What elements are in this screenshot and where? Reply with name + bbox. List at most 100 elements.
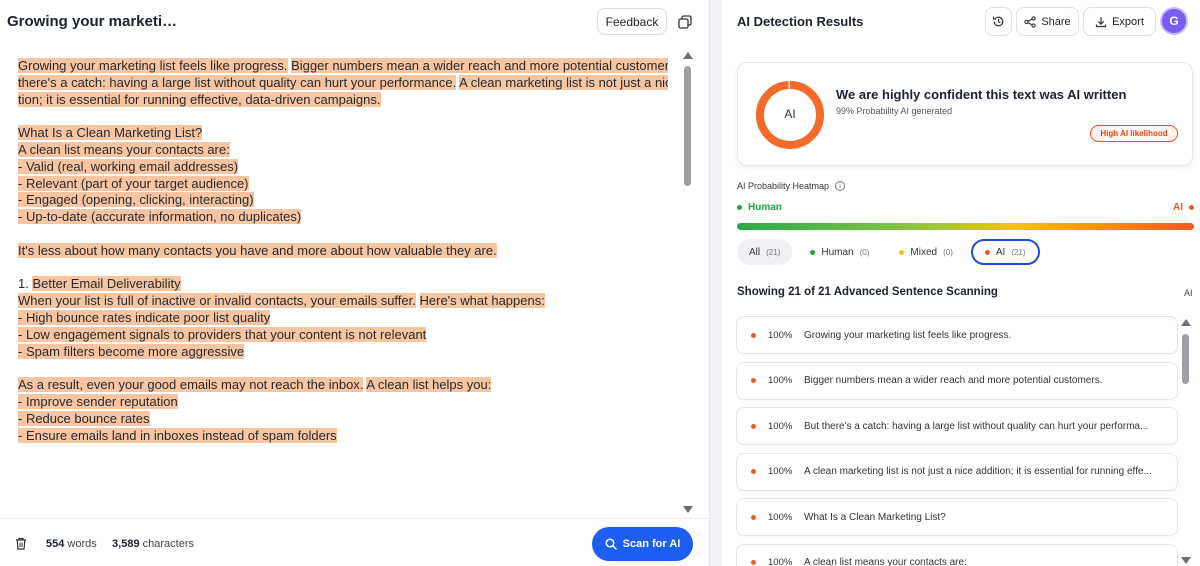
sentence-row[interactable]: 100% Bigger numbers mean a wider reach an… [736,361,1178,400]
filter-ai-count: (21) [1011,247,1026,257]
filter-all-tab[interactable]: All (21) [737,239,793,265]
ai-highlighted-text: It's less about how many contacts you ha… [18,242,497,258]
ai-dot-icon [1189,205,1194,210]
text-line: - Ensure emails land in inboxes instead … [18,427,668,445]
history-button[interactable] [985,7,1012,36]
plain-text: 1. [18,276,33,292]
ai-highlighted-text: What Is a Clean Marketing List? [18,125,203,141]
word-char-count: 554 words 3,589 characters [46,538,194,550]
heatmap-label: AI Probability Heatmap i [737,181,846,191]
share-button[interactable]: Share [1016,7,1079,36]
copy-button[interactable] [671,8,698,35]
filter-human-count: (0) [859,247,870,257]
sentence-score: 100% [768,557,793,566]
filter-all-label: All [749,246,761,258]
sentence-text: Bigger numbers mean a wider reach and mo… [804,375,1103,386]
ai-highlighted-text: - Ensure emails land in inboxes instead … [18,427,337,443]
document-paragraph: What Is a Clean Marketing List? A clean l… [18,125,668,226]
ai-dot-icon [751,514,756,520]
sentence-score: 100% [768,375,793,386]
scan-for-ai-button[interactable]: Scan for AI [592,527,693,561]
scan-label: Scan for AI [622,538,681,550]
ai-highlighted-text: Here's what happens: [419,293,545,309]
text-line: A clean list means your contacts are: [18,141,668,159]
document-title: Growing your marketi… [7,13,178,30]
text-line: Growing your marketing list feels like p… [18,58,668,75]
scrollbar-thumb[interactable] [684,66,691,186]
document-paragraph: 1. Better Email Deliverability When your… [18,276,668,360]
text-line: - Relevant (part of your target audience… [18,175,668,193]
sentence-row[interactable]: 100% Growing your marketing list feels li… [736,316,1178,354]
text-line: - High bounce rates indicate poor list q… [18,309,668,327]
text-line: 1. Better Email Deliverability [18,276,668,293]
mixed-dot-icon [899,249,905,255]
sentence-list: 100% Growing your marketing list feels li… [736,316,1178,566]
document-paragraph: It's less about how many contacts you ha… [18,242,668,260]
feedback-button[interactable]: Feedback [597,8,667,35]
showing-right-label: AI [1184,288,1193,298]
ai-dot-icon [751,469,756,474]
sentence-text: But there's a catch: having a large list… [804,420,1149,432]
filter-mixed-count: (0) [943,247,953,257]
sentence-score: 100% [768,466,793,477]
text-line: When your list is full of inactive or in… [18,293,668,310]
export-button[interactable]: Export [1083,7,1156,36]
info-icon[interactable]: i [835,181,846,191]
legend-human: Human [737,202,782,213]
scroll-down-arrow-icon[interactable] [1181,557,1191,564]
sentence-row[interactable]: 100% A clean list means your contacts are… [736,543,1178,566]
ai-highlighted-text: - Engaged (opening, clicking, interactin… [18,192,254,208]
legend-ai-label: AI [1173,202,1183,213]
legend-human-label: Human [748,202,782,213]
verdict-text: We are highly confident this text was AI… [836,87,1127,102]
editor-header: Growing your marketi… Feedback [0,0,710,44]
heatmap-label-text: AI Probability Heatmap [737,181,830,191]
user-avatar[interactable]: G [1160,7,1188,35]
sentence-row[interactable]: 100% What Is a Clean Marketing List? [736,498,1178,536]
ai-highlighted-text: - Low engagement signals to providers th… [18,326,427,342]
text-line: - Spam filters become more aggressive [18,343,668,361]
filter-ai-tab[interactable]: AI (21) [970,239,1040,265]
scroll-up-arrow-icon[interactable] [1181,319,1191,326]
legend-ai: AI [1173,202,1194,213]
heatmap-gradient-bar [737,223,1194,230]
results-scrollbar[interactable] [1178,316,1192,566]
scrollbar-thumb[interactable] [1182,334,1189,384]
ai-highlighted-text: - Reduce bounce rates [18,410,150,426]
ai-dot-icon [751,378,756,383]
app: Growing your marketi… Feedback Growing y… [0,0,1200,566]
filter-mixed-label: Mixed [910,246,938,258]
human-dot-icon [737,205,742,210]
delete-button[interactable] [15,537,27,555]
download-icon [1095,16,1107,27]
text-line: - Improve sender reputation [18,393,668,411]
text-line: - Up-to-date (accurate information, no d… [18,209,668,226]
human-dot-icon [810,249,816,255]
sentence-text: A clean marketing list is not just a nic… [804,466,1152,477]
text-line: - Valid (real, working email addresses) [18,158,668,176]
char-unit: characters [142,538,194,550]
ai-highlighted-text: Bigger numbers mean a wider reach and mo… [291,58,668,73]
sentence-row[interactable]: 100% But there's a catch: having a large … [736,407,1178,445]
editor-panel: Growing your marketi… Feedback Growing y… [0,0,710,566]
plain-text [416,293,420,308]
filter-mixed-tab[interactable]: Mixed (0) [887,239,964,265]
filter-tabs: All (21) Human (0) Mixed (0) AI (21) [737,239,1040,265]
char-count: 3,589 [112,538,140,550]
word-unit: words [67,538,97,550]
scroll-up-arrow-icon[interactable] [683,52,693,59]
ai-dot-icon [751,423,756,429]
ai-highlighted-text: A clean list helps you: [366,377,492,393]
sentence-text: A clean list means your contacts are: [804,557,967,566]
text-line: there's a catch: having a large list wit… [18,74,668,92]
document-text[interactable]: Growing your marketing list feels like p… [18,58,668,510]
sentence-row[interactable]: 100% A clean marketing list is not just a… [736,452,1178,491]
ai-dot-icon [751,332,756,338]
document-paragraph: As a result, even your good emails may n… [18,377,668,444]
filter-human-tab[interactable]: Human (0) [798,239,881,265]
text-line: - Reduce bounce rates [18,410,668,428]
editor-scrollbar[interactable] [682,50,694,515]
scroll-down-arrow-icon[interactable] [683,506,693,513]
filter-all-count: (21) [766,247,781,257]
